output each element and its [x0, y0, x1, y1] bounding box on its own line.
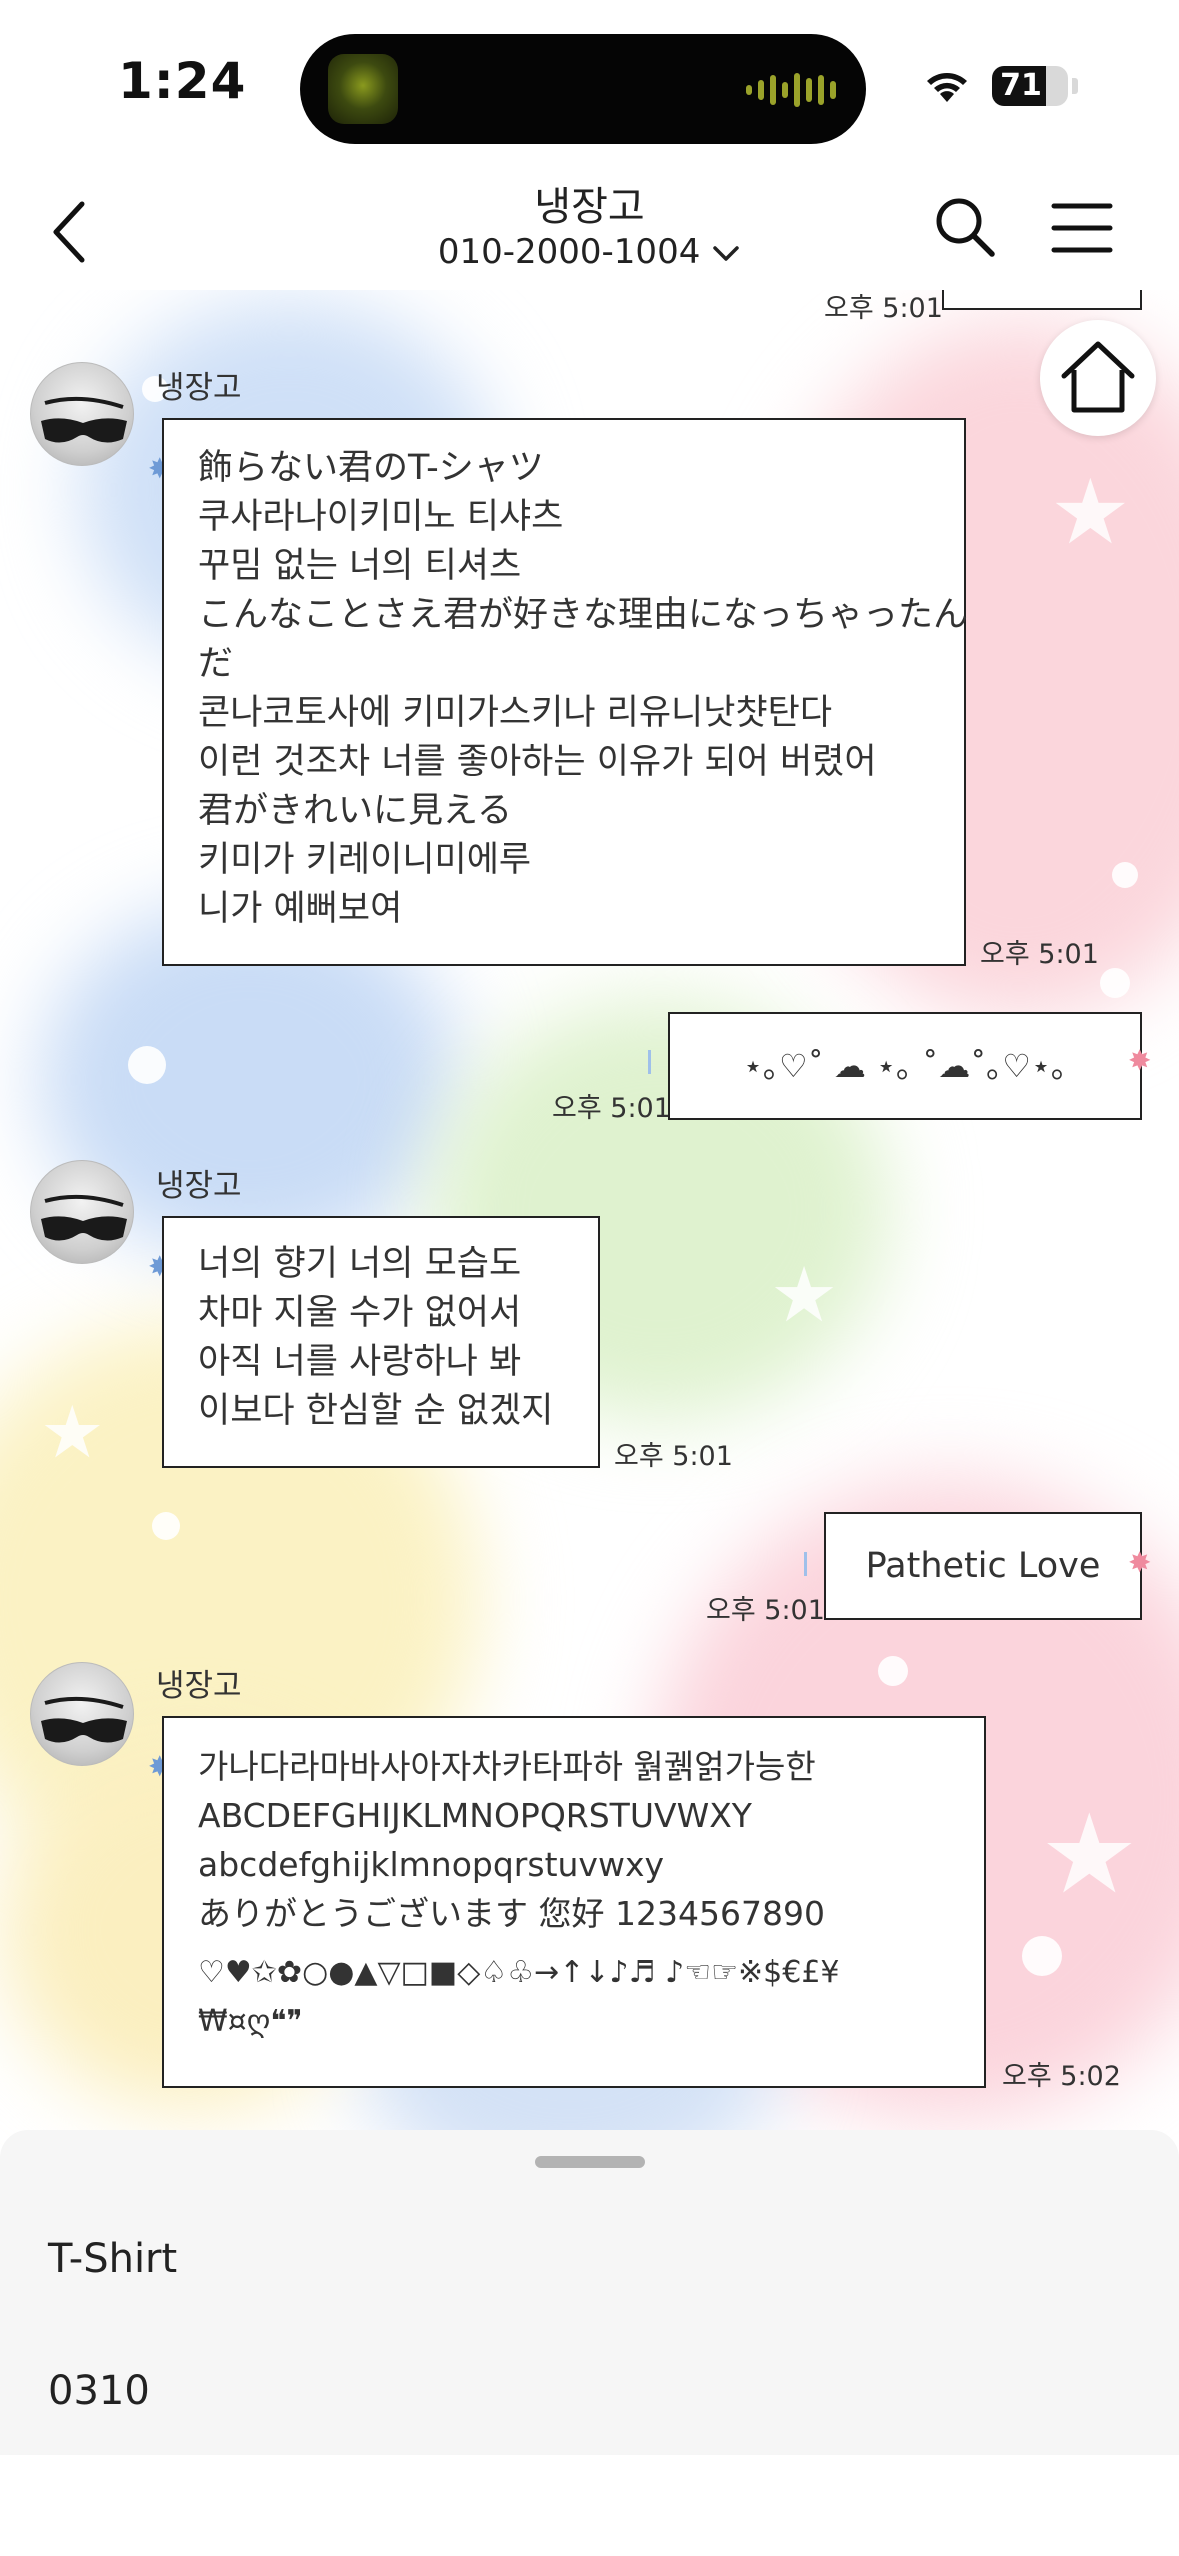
message-bubble-sent[interactable]: Pathetic Love [824, 1512, 1142, 1620]
sunglasses-avatar-icon [41, 396, 127, 443]
search-icon[interactable] [930, 192, 1000, 262]
chat-title[interactable]: 냉장고 [0, 174, 1179, 232]
message-line: 차마 지울 수가 없어서 [198, 1293, 522, 1333]
message-line: こんなことさえ君が好きな理由になっちゃったん [198, 595, 969, 635]
message-timestamp: 오후 5:01 [824, 293, 943, 324]
read-indicator [804, 1552, 807, 1576]
wifi-icon [927, 73, 967, 102]
message-line: ₩¤ღ❝❞ [198, 2004, 303, 2039]
message-line: ABCDEFGHIJKLMNOPQRSTUVWXY [198, 1796, 752, 1835]
message-line: 가나다라마바사아자차카타파하 웕궭얽가능한 [198, 1747, 816, 1786]
sunglasses-avatar-icon [41, 1696, 127, 1743]
sheet-item-t-shirt[interactable]: T-Shirt [48, 2236, 177, 2282]
chat-header: 냉장고 010-2000-1004 [0, 170, 1179, 290]
message-bubble[interactable]: 너의 향기 너의 모습도 차마 지울 수가 없어서 아직 너를 사랑하나 봐 이… [162, 1216, 600, 1468]
hamburger-menu-icon[interactable] [1050, 200, 1114, 256]
sunglasses-avatar-icon [41, 1194, 127, 1241]
audio-waveform-icon [746, 70, 836, 110]
sheet-item-0310[interactable]: 0310 [48, 2368, 150, 2414]
message-bubble[interactable]: 가나다라마바사아자차카타파하 웕궭얽가능한 ABCDEFGHIJKLMNOPQR… [162, 1716, 986, 2088]
message-line: 이보다 한심할 순 없겠지 [198, 1391, 554, 1431]
message-line: 이런 것조차 너를 좋아하는 이유가 되어 버렸어 [198, 742, 877, 782]
status-bar: 1:24 71 [0, 0, 1179, 170]
message-timestamp: 오후 5:01 [980, 939, 1099, 970]
message-bubble[interactable]: 飾らない君のT-シャツ 쿠사라나이키미노 티샤츠 꾸밈 없는 너의 티셔츠 こん… [162, 418, 969, 966]
avatar[interactable] [30, 1662, 134, 1766]
contact-number-dropdown[interactable]: 010-2000-1004 [0, 232, 1179, 272]
avatar[interactable] [30, 1160, 134, 1264]
message-line: abcdefghijklmnopqrstuvwxy [198, 1845, 664, 1884]
message-line: ♡♥✩✿○●▲▽□■◇♤♧→↑↓♪♬ ♪☜☞※$€£¥ [198, 1955, 840, 1990]
message-line: 꾸밈 없는 너의 티셔츠 [198, 546, 522, 586]
message-line: ⋆｡♡˚ ☁︎ ⋆｡ ˚☁︎˚｡♡⋆｡ [743, 1047, 1067, 1085]
battery-level: 71 [1000, 68, 1042, 103]
sender-name: 냉장고 [156, 1668, 242, 1704]
message-bubble-sent[interactable]: ⋆｡♡˚ ☁︎ ⋆｡ ˚☁︎˚｡♡⋆｡ [668, 1012, 1142, 1120]
battery-tip [1072, 78, 1078, 94]
bubble-tail-star-icon: ✸ [1128, 1044, 1152, 1077]
home-button[interactable] [1040, 320, 1156, 436]
message-timestamp: 오후 5:01 [706, 1595, 825, 1626]
chat-message-list[interactable]: 오후 5:01 냉장고 ✸ 飾らない君のT-シャツ 쿠사라나이키미노 티샤츠 꾸… [0, 290, 1179, 2130]
message-line: 쿠사라나이키미노 티샤츠 [198, 497, 564, 537]
chevron-down-icon [713, 245, 739, 261]
dynamic-island [300, 34, 866, 144]
now-playing-app-icon [328, 54, 398, 124]
message-line: 君がきれいに見える [198, 791, 512, 831]
sheet-drag-handle[interactable] [535, 2156, 645, 2168]
sender-name: 냉장고 [156, 1168, 242, 1204]
home-indicator-area [0, 2455, 1179, 2556]
battery-icon: 71 [992, 66, 1068, 106]
message-line: ありがとうございます 您好 1234567890 [198, 1894, 825, 1933]
status-time: 1:24 [118, 52, 247, 110]
message-timestamp: 오후 5:02 [1002, 2061, 1121, 2092]
message-line: 아직 너를 사랑하나 봐 [198, 1342, 522, 1382]
home-icon [1061, 341, 1135, 413]
avatar[interactable] [30, 362, 134, 466]
message-line: 니가 예뻐보여 [198, 889, 403, 929]
message-line: 飾らない君のT-シャツ [198, 448, 544, 488]
sender-name: 냉장고 [156, 370, 242, 406]
message-line: 키미가 키레이니미에루 [198, 840, 532, 880]
message-line: 너의 향기 너의 모습도 [198, 1244, 522, 1284]
message-timestamp: 오후 5:01 [552, 1093, 671, 1124]
message-bubble-partial[interactable] [942, 290, 1142, 310]
message-line: 콘나코토사에 키미가스키나 리유니낫챳탄다 [198, 693, 833, 733]
message-timestamp: 오후 5:01 [614, 1441, 733, 1472]
bubble-tail-star-icon: ✸ [1128, 1546, 1152, 1579]
message-line: Pathetic Love [865, 1546, 1101, 1586]
contact-number: 010-2000-1004 [437, 232, 701, 272]
read-indicator [648, 1050, 651, 1074]
message-line: だ [198, 644, 234, 684]
